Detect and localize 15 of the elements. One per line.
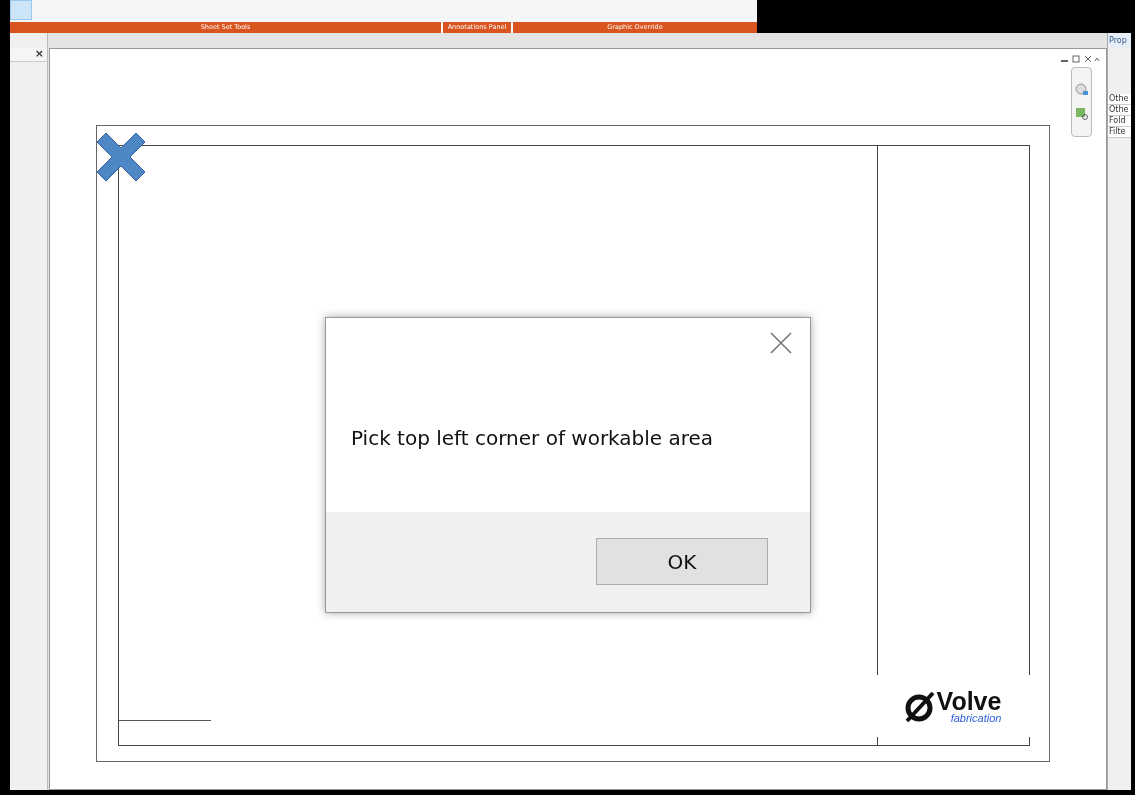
zoom-icon[interactable] (1074, 107, 1089, 121)
ok-button[interactable]: OK (596, 538, 768, 585)
property-row: Othe (1108, 105, 1131, 116)
close-icon[interactable] (770, 332, 792, 354)
dialog-message: Pick top left corner of workable area (351, 426, 715, 450)
close-button[interactable]: × (34, 48, 47, 61)
property-row: Othe (1108, 94, 1131, 105)
window-controls-icon[interactable] (1060, 55, 1100, 64)
steering-wheel-icon[interactable] (1074, 83, 1089, 97)
logo-subtitle: fabrication (950, 712, 1002, 724)
panel-title: Prop (1108, 33, 1131, 48)
property-row: Fold (1108, 116, 1131, 127)
cross-marker-icon (96, 132, 146, 182)
property-row: Filte (1108, 127, 1131, 138)
logo-name: Volve (936, 688, 1002, 713)
